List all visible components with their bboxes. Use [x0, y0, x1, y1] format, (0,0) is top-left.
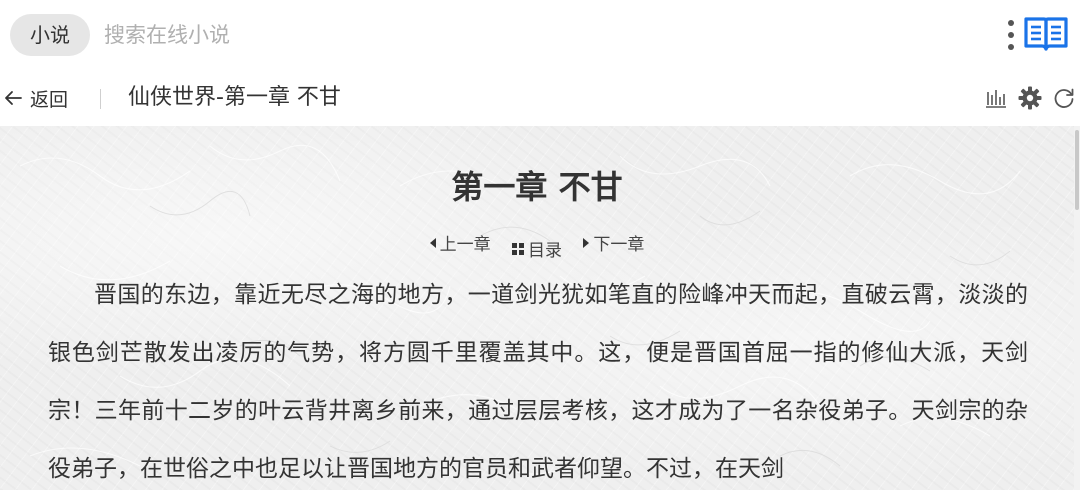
header-divider: [100, 89, 101, 109]
reading-area[interactable]: 第一章 不甘 上一章 目录 下一章 晋国的东边，靠近无尽之海的地方，一道剑光犹如…: [0, 126, 1074, 490]
arrow-left-icon: [5, 91, 22, 105]
prev-chapter-label: 上一章: [439, 235, 491, 255]
refresh-icon[interactable]: [1052, 86, 1076, 110]
scrollbar-thumb[interactable]: [1075, 130, 1079, 210]
prev-chapter-link[interactable]: 上一章: [429, 230, 491, 255]
chapter-heading: 第一章 不甘: [451, 168, 623, 206]
triangle-left-icon: [429, 237, 436, 248]
chapter-title: 仙侠世界-第一章 不甘: [128, 85, 341, 110]
chapter-content: 晋国的东边，靠近无尽之海的地方，一道剑光犹如笔直的险峰冲天而起，直破云霄，淡淡的…: [48, 266, 1028, 490]
toc-link[interactable]: 目录: [512, 236, 562, 261]
reader-header: 返回 仙侠世界-第一章 不甘: [0, 70, 1080, 126]
toc-label: 目录: [528, 241, 562, 261]
search-scope-chip[interactable]: 小说: [10, 14, 90, 56]
back-button[interactable]: 返回: [4, 70, 68, 126]
bar-chart-icon[interactable]: [984, 86, 1008, 110]
book-open-icon[interactable]: [1023, 14, 1069, 52]
search-input[interactable]: [104, 14, 624, 56]
grid-icon: [512, 242, 524, 255]
chapter-nav: 上一章 目录 下一章: [0, 230, 1074, 261]
gear-icon[interactable]: [1018, 86, 1042, 110]
back-label: 返回: [30, 88, 69, 111]
paragraph: 晋国的东边，靠近无尽之海的地方，一道剑光犹如笔直的险峰冲天而起，直破云霄，淡淡的…: [48, 282, 1028, 482]
triangle-right-icon: [583, 237, 590, 248]
next-chapter-label: 下一章: [593, 235, 645, 255]
search-bar: 小说: [0, 0, 1080, 70]
more-vertical-icon[interactable]: [1005, 17, 1017, 53]
next-chapter-link[interactable]: 下一章: [583, 230, 644, 255]
